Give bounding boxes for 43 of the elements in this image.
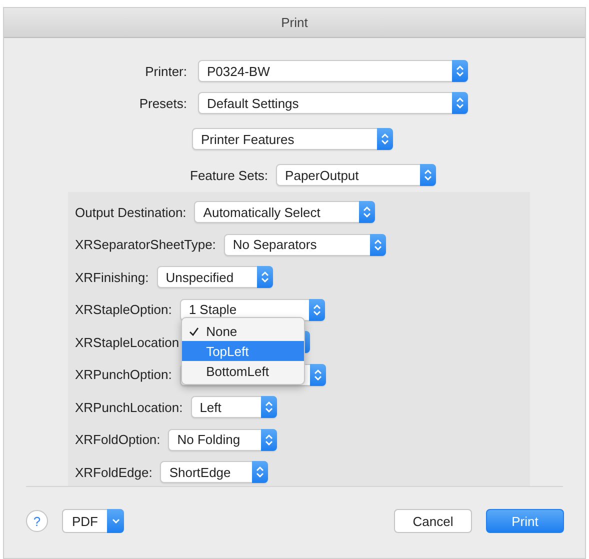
checkmark-icon [189,326,200,336]
feature-label: XRStapleLocation [75,334,180,350]
menu-item[interactable]: TopLeft [182,341,304,362]
feature-popup[interactable]: Automatically Select [194,201,376,224]
feature-label: XRSeparatorSheetType: [75,237,216,252]
chevron-icon [424,169,432,181]
printer-label: Printer: [144,64,187,78]
chevron-icon [312,304,321,316]
feature-label: Output Destination: [75,204,186,220]
feature-popup[interactable]: ShortEdge [160,461,268,484]
chevron-icon [264,401,273,414]
pdf-button[interactable]: PDF [62,509,124,533]
chevron-icon [256,466,264,478]
chevron-icon [381,133,389,145]
feature-popup[interactable]: Unspecified [156,266,273,288]
feature-popup[interactable]: No Separators [224,234,386,256]
menu-item[interactable]: BottomLeft [182,361,304,382]
cancel-button[interactable]: Cancel [394,509,472,533]
section-popup[interactable]: Printer Features [192,128,393,150]
window-title: Print [281,15,308,30]
chevron-icon [260,271,269,284]
chevron-icon [363,206,372,218]
feature-popup[interactable]: No Folding [168,428,278,451]
chevron-icon [456,97,464,109]
chevron-icon [374,238,382,251]
feature-label: XRPunchLocation: [75,400,183,415]
help-button[interactable]: ? [26,510,48,532]
presets-label: Presets: [138,96,187,110]
chevron-icon [265,434,274,446]
printer-popup[interactable]: P0324-BW [198,60,468,82]
feature-label: XRFoldEdge: [75,464,152,480]
feature-label: XRPunchOption: [75,367,172,382]
feature-sets-label: Feature Sets: [190,168,268,182]
feature-label: XRStapleOption: [75,302,172,318]
feature-popup[interactable]: Left [190,396,277,418]
feature-label: XRFinishing: [75,270,149,285]
chevron-down-icon [112,518,120,524]
chevron-icon [314,368,322,381]
feature-label: XRFoldOption: [75,432,160,448]
menu-item[interactable]: None [182,321,304,342]
presets-popup[interactable]: Default Settings [198,92,468,114]
feature-sets-popup[interactable]: PaperOutput [276,164,436,186]
chevron-icon [456,65,464,77]
